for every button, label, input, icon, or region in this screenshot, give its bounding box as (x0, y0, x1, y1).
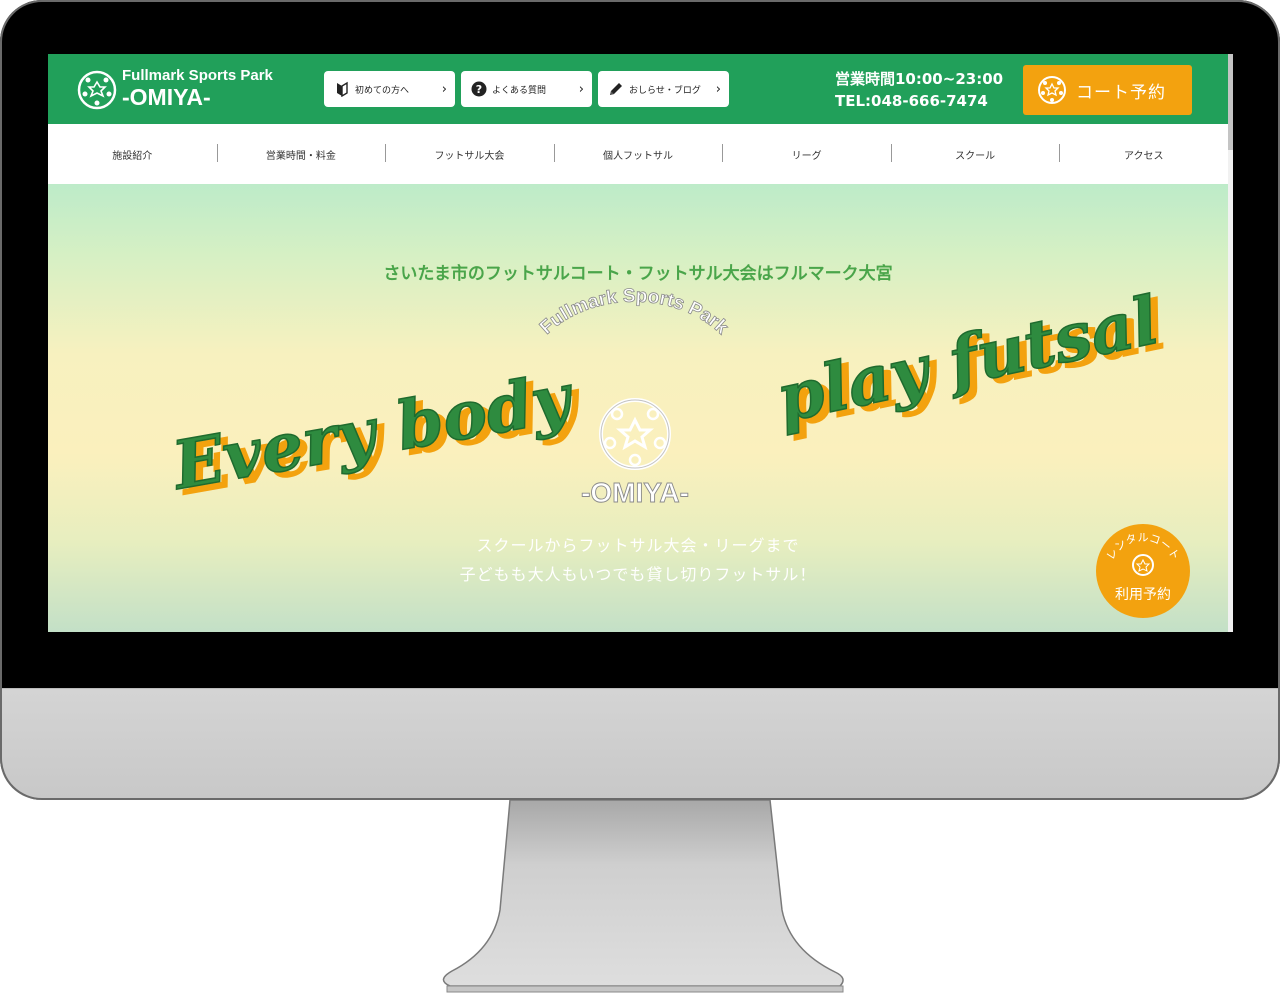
beginner-mark-icon (337, 81, 348, 97)
faq-label: よくある質問 (492, 85, 547, 96)
beginner-guide-button[interactable]: 初めての方へ › (324, 71, 455, 107)
nav-item-school[interactable]: スクール (890, 143, 1060, 162)
soccer-ball-icon (1038, 76, 1066, 104)
svg-text:Every body: Every body (165, 357, 580, 505)
nav-item-tournament[interactable]: フットサル大会 (385, 143, 554, 162)
news-blog-button[interactable]: おしらせ・ブログ › (598, 71, 729, 107)
court-reservation-label: コート予約 (1076, 82, 1166, 103)
chevron-right-icon: › (441, 81, 447, 97)
soccer-ball-icon (599, 398, 671, 470)
hero-subtext-line1: スクールからフットサル大会・リーグまで (476, 536, 800, 555)
question-circle-icon: ? (471, 81, 487, 97)
svg-text:play futsal: play futsal (770, 281, 1165, 438)
nav-item-individual-futsal[interactable]: 個人フットサル (553, 143, 723, 162)
nav-item-league[interactable]: リーグ (722, 143, 891, 162)
nav-item-hours-fees[interactable]: 営業時間・料金 (216, 143, 386, 162)
phone-number[interactable]: TEL:048-666-7474 (835, 90, 1003, 112)
site-header: Fullmark Sports Park -OMIYA- 初めての方へ › ? … (48, 54, 1228, 124)
scrollbar-thumb[interactable] (1228, 54, 1233, 150)
hero-banner: さいたま市のフットサルコート・フットサル大会はフルマーク大宮 Every bod… (48, 184, 1228, 632)
browser-viewport: Fullmark Sports Park -OMIYA- 初めての方へ › ? … (48, 54, 1233, 632)
soccer-ball-icon (1132, 554, 1154, 576)
hero-script-left: Every body Every body (165, 357, 589, 511)
center-logo-arc-text: Fullmark Sports Park (536, 286, 732, 339)
hero-subtext-line2: 子どもも大人もいつでも貸し切りフットサル！ (459, 565, 817, 584)
monitor-chin (0, 688, 1280, 800)
rental-court-reservation-button[interactable]: レンタルコート 利用予約 (1096, 524, 1190, 618)
beginner-guide-label: 初めての方へ (355, 85, 410, 96)
business-hours: 営業時間10:00~23:00 (835, 70, 1004, 88)
faq-button[interactable]: ? よくある質問 › (461, 71, 592, 107)
main-nav: 施設紹介 営業時間・料金 フットサル大会 個人フットサル リーグ スクール アク… (48, 124, 1228, 184)
logo-text-bottom: -OMIYA- (122, 84, 211, 110)
soccer-ball-icon (77, 70, 117, 110)
chevron-right-icon: › (715, 81, 721, 97)
chevron-right-icon: › (578, 81, 584, 97)
rental-court-label: 利用予約 (1115, 587, 1171, 603)
nav-item-access[interactable]: アクセス (1059, 143, 1228, 162)
business-info: 営業時間10:00~23:00 TEL:048-666-7474 (835, 68, 1003, 112)
hero-script-right: play futsal play futsal (769, 280, 1173, 443)
court-reservation-button[interactable]: コート予約 (1023, 65, 1192, 115)
svg-text:?: ? (476, 83, 482, 96)
nav-item-facility[interactable]: 施設紹介 (48, 147, 217, 162)
pencil-icon (610, 83, 622, 95)
news-blog-label: おしらせ・ブログ (629, 85, 701, 96)
logo-text-top: Fullmark Sports Park (122, 67, 273, 84)
site-logo[interactable]: Fullmark Sports Park -OMIYA- (77, 64, 287, 114)
scrollbar[interactable] (1228, 54, 1233, 632)
svg-text:レンタルコート: レンタルコート (1104, 531, 1182, 562)
monitor-stand (442, 800, 844, 993)
center-logo-bottom-text: -OMIYA- (581, 477, 689, 508)
